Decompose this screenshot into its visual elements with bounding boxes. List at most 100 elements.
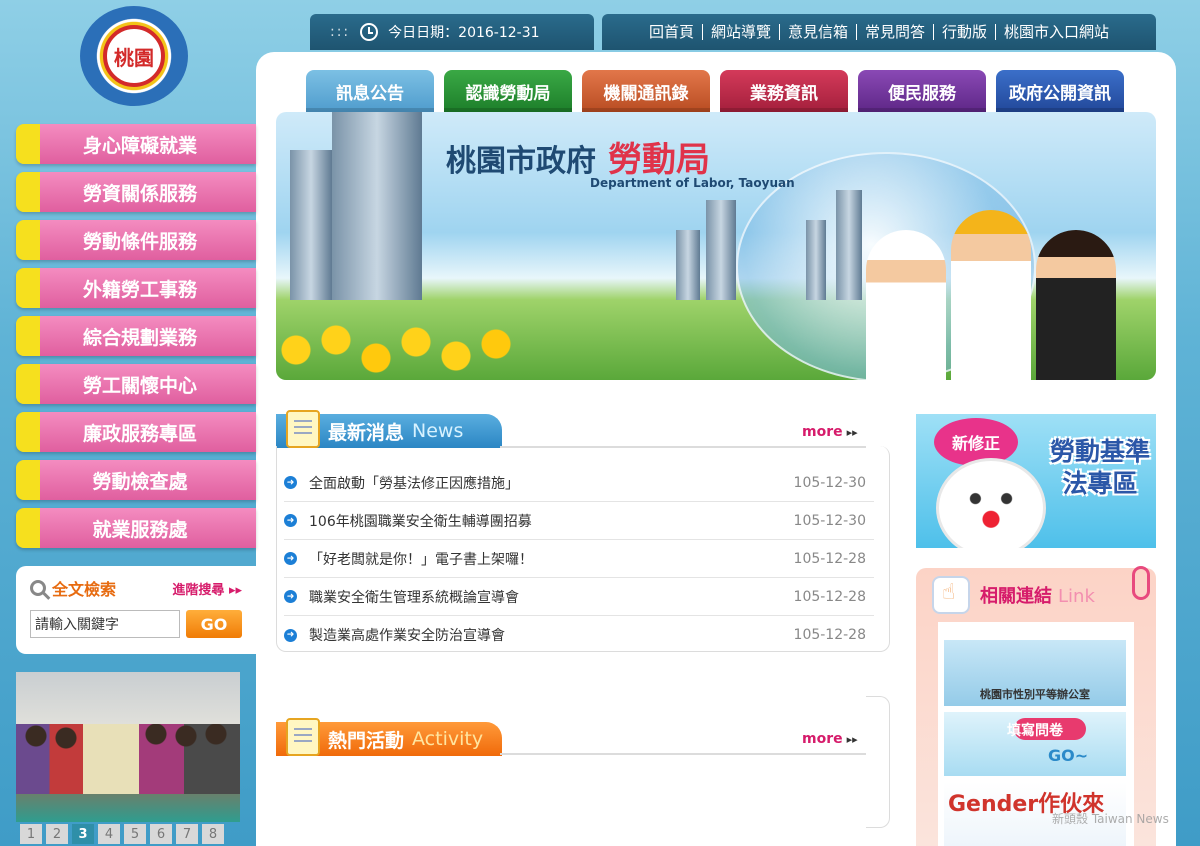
links-title-en: Link [1058, 586, 1095, 607]
tab-services[interactable]: 便民服務 [858, 70, 986, 112]
news-item-date: 105-12-30 [793, 512, 866, 529]
arrow-icon: ▸▸ [846, 426, 858, 439]
building-graphic [806, 220, 826, 300]
news-section-header: 最新消息 News [276, 410, 502, 448]
pager-page[interactable]: 4 [98, 824, 120, 844]
promo-title: 勞動基準法專區 [1049, 437, 1150, 498]
clock-icon [360, 23, 379, 41]
sidebar-item-inspection[interactable]: 勞動檢查處 [16, 460, 256, 500]
building-graphic [332, 112, 422, 300]
list-item[interactable]: ➜ 職業安全衛生管理系統概論宣導會 105-12-28 [284, 578, 874, 616]
building-graphic [836, 190, 862, 300]
link-gender-office[interactable]: 桃園市性別平等辦公室 [944, 640, 1126, 706]
list-item[interactable]: ➜ 106年桃園職業安全衛生輔導團招募 105-12-30 [284, 502, 874, 540]
news-item-title[interactable]: 全面啟動「勞基法修正因應措施」 [309, 473, 794, 493]
link-mobile[interactable]: 行動版 [934, 24, 997, 40]
labor-standards-promo[interactable]: 新修正 勞動基準法專區 [916, 414, 1156, 548]
sidebar-item-disability-employment[interactable]: 身心障礙就業 [16, 124, 256, 164]
news-item-date: 105-12-30 [793, 474, 866, 491]
links-title-text: 相關連結 [980, 586, 1052, 607]
search-input[interactable] [30, 610, 180, 638]
activity-more-link[interactable]: more ▸▸ [802, 731, 858, 747]
arrow-icon: ▸▸ [846, 733, 858, 746]
news-list: ➜ 全面啟動「勞基法修正因應措施」 105-12-30 ➜ 106年桃園職業安全… [284, 464, 874, 654]
tab-announcements[interactable]: 訊息公告 [306, 70, 434, 112]
chef-figure [866, 230, 946, 380]
tab-about[interactable]: 認識勞動局 [444, 70, 572, 112]
taoyuan-logo[interactable]: 桃園 [80, 6, 188, 106]
pager-page[interactable]: 2 [46, 824, 68, 844]
photo-pager: 1 2 3 4 5 6 7 8 [20, 824, 224, 844]
pager-page[interactable]: 8 [202, 824, 224, 844]
more-label: more [802, 424, 843, 440]
link-city-portal[interactable]: 桃園市入口網站 [996, 24, 1117, 40]
link-sitemap[interactable]: 網站導覽 [703, 24, 780, 40]
news-item-title[interactable]: 「好老闆就是你！」電子書上架囉！ [309, 549, 794, 569]
list-item[interactable]: ➜ 「好老闆就是你！」電子書上架囉！ 105-12-28 [284, 540, 874, 578]
search-go-button[interactable]: GO [186, 610, 242, 638]
pager-page[interactable]: 7 [176, 824, 198, 844]
survey-go: GO~ [1048, 746, 1089, 765]
date-bar: ::: 今日日期：2016-12-31 [310, 14, 594, 50]
news-title: 最新消息 [328, 421, 405, 444]
news-item-title[interactable]: 106年桃園職業安全衛生輔導團招募 [309, 511, 794, 531]
advanced-search-link[interactable]: 進階搜尋 ▸▸ [172, 579, 242, 598]
arrow-icon: ▸▸ [228, 582, 242, 598]
tab-open-info[interactable]: 政府公開資訊 [996, 70, 1124, 112]
news-title-en: News [412, 420, 464, 442]
sidebar-item-integrity[interactable]: 廉政服務專區 [16, 412, 256, 452]
sidebar-item-labor-relations[interactable]: 勞資關係服務 [16, 172, 256, 212]
link-gender-office-label: 桃園市性別平等辦公室 [980, 688, 1090, 701]
sidebar-item-planning[interactable]: 綜合規劃業務 [16, 316, 256, 356]
flowers-graphic [276, 320, 536, 380]
sidebar-item-foreign-workers[interactable]: 外籍勞工事務 [16, 268, 256, 308]
top-links: 回首頁 網站導覽 意見信箱 常見問答 行動版 桃園市入口網站 [602, 14, 1156, 50]
arrow-bullet-icon: ➜ [284, 514, 297, 527]
news-item-title[interactable]: 職業安全衛生管理系統概論宣導會 [309, 587, 794, 607]
pager-page-active[interactable]: 3 [72, 824, 94, 844]
tab-directory[interactable]: 機關通訊錄 [582, 70, 710, 112]
news-item-date: 105-12-28 [793, 627, 866, 643]
arrow-bullet-icon: ➜ [284, 590, 297, 603]
activity-title-en: Activity [412, 728, 484, 750]
advanced-search-label: 進階搜尋 [172, 582, 225, 598]
pager-page[interactable]: 5 [124, 824, 146, 844]
sidebar-item-labor-conditions[interactable]: 勞動條件服務 [16, 220, 256, 260]
banner-title-red: 勞動局 [608, 140, 710, 180]
related-links-title: 相關連結 Link [980, 582, 1095, 608]
office-woman-figure [1036, 230, 1116, 380]
activity-header-line [500, 753, 866, 755]
main-tabs: 訊息公告 認識勞動局 機關通訊錄 業務資訊 便民服務 政府公開資訊 [306, 70, 1124, 112]
notepad-icon [286, 410, 320, 448]
building-graphic [290, 150, 332, 300]
activity-section-header: 熱門活動 Activity [276, 718, 502, 756]
tab-business[interactable]: 業務資訊 [720, 70, 848, 112]
list-item[interactable]: ➜ 製造業高處作業安全防治宣導會 105-12-28 [284, 616, 874, 654]
link-survey[interactable]: 填寫問卷 GO~ [944, 712, 1126, 776]
arrow-bullet-icon: ➜ [284, 552, 297, 565]
news-more-link[interactable]: more ▸▸ [802, 424, 858, 440]
news-item-title[interactable]: 製造業高處作業安全防治宣導會 [309, 625, 794, 645]
more-label: more [802, 731, 843, 747]
banner-subtitle: Department of Labor, Taoyuan [590, 176, 795, 190]
mascot-graphic [936, 458, 1046, 548]
list-item[interactable]: ➜ 全面啟動「勞基法修正因應措施」 105-12-30 [284, 464, 874, 502]
photo-people [16, 724, 240, 794]
event-photo[interactable] [16, 672, 240, 822]
notepad-icon [286, 718, 320, 756]
link-feedback[interactable]: 意見信箱 [780, 24, 857, 40]
today-date: 今日日期：2016-12-31 [388, 25, 540, 41]
date-dots: ::: [330, 24, 351, 40]
search-icon [30, 580, 46, 596]
link-faq[interactable]: 常見問答 [857, 24, 935, 40]
building-graphic [676, 230, 700, 300]
activity-box [866, 696, 890, 828]
news-item-date: 105-12-28 [793, 588, 866, 605]
pager-page[interactable]: 6 [150, 824, 172, 844]
pager-page[interactable]: 1 [20, 824, 42, 844]
sidebar-menu: 身心障礙就業 勞資關係服務 勞動條件服務 外籍勞工事務 綜合規劃業務 勞工關懷中… [16, 124, 256, 556]
link-home[interactable]: 回首頁 [641, 24, 703, 40]
sidebar-item-employment-service[interactable]: 就業服務處 [16, 508, 256, 548]
related-links-header: 相關連結 Link [932, 576, 1095, 614]
sidebar-item-care-center[interactable]: 勞工關懷中心 [16, 364, 256, 404]
